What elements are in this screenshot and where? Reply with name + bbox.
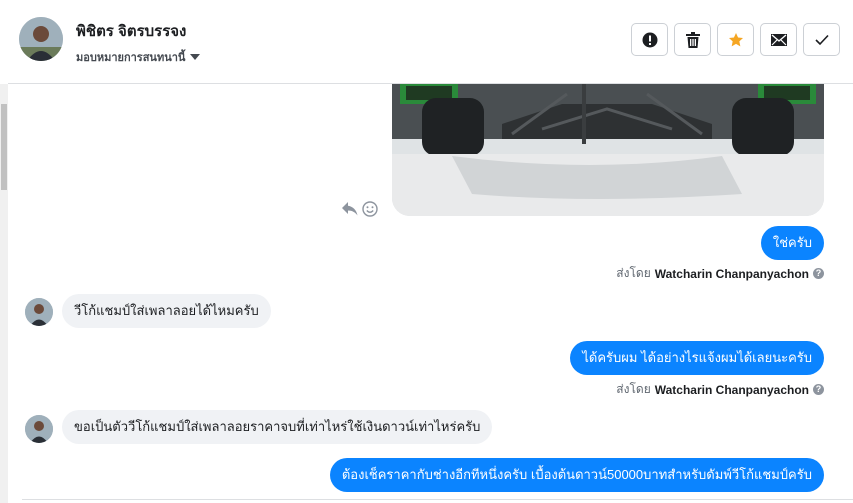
star-button[interactable]	[717, 23, 754, 56]
exclamation-icon	[642, 32, 657, 47]
incoming-message[interactable]: วีโก้แชมป์ใส่เพลาลอยได้ไหมครับ	[62, 294, 271, 328]
sent-by-meta: ส่งโดย Watcharin Chanpanyachon ?	[616, 380, 824, 399]
sent-by-prefix: ส่งโดย	[616, 266, 651, 280]
contact-avatar[interactable]	[19, 17, 63, 61]
header-actions	[631, 23, 840, 56]
help-icon[interactable]: ?	[813, 384, 824, 395]
contact-avatar-small	[25, 298, 53, 326]
sent-by-name: Watcharin Chanpanyachon	[654, 382, 809, 397]
incoming-message[interactable]: ขอเป็นตัววีโก้แชมป์ใส่เพลาลอยราคาจบที่เท…	[62, 410, 493, 444]
image-attachment[interactable]	[392, 84, 824, 216]
mark-done-button[interactable]	[803, 23, 840, 56]
emoji-reaction-icon[interactable]	[362, 201, 378, 217]
assign-conversation-dropdown[interactable]: มอบหมายการสนทนานี้	[76, 48, 201, 66]
sent-by-meta: ส่งโดย Watcharin Chanpanyachon ?	[616, 264, 824, 283]
conversation-header: พิชิตร จิตรบรรจง มอบหมายการสนทนานี้	[8, 0, 853, 84]
scrollbar-thumb[interactable]	[1, 104, 7, 190]
contact-avatar-small	[25, 415, 53, 443]
check-icon	[814, 34, 829, 45]
sent-by-name: Watcharin Chanpanyachon	[654, 266, 809, 281]
envelope-icon	[770, 33, 787, 46]
delete-button[interactable]	[674, 23, 711, 56]
outgoing-message[interactable]: ต้องเช็คราคากับช่างอีกทีหนึ่งครับ เบื้อง…	[329, 458, 824, 492]
reply-icon[interactable]	[342, 202, 358, 216]
mark-unread-button[interactable]	[760, 23, 797, 56]
spam-button[interactable]	[631, 23, 668, 56]
assign-label: มอบหมายการสนทนานี้	[76, 52, 186, 64]
star-icon	[728, 32, 743, 46]
outgoing-message[interactable]: ได้ครับผม ได้อย่างไรแจ้งผมได้เลยนะครับ	[570, 341, 824, 375]
sent-by-prefix: ส่งโดย	[616, 382, 651, 396]
contact-name[interactable]: พิชิตร จิตรบรรจง	[76, 19, 186, 43]
outgoing-message[interactable]: ใช่ครับ	[760, 226, 824, 260]
composer-divider	[22, 499, 853, 500]
trash-icon	[685, 31, 700, 48]
message-actions	[342, 201, 378, 217]
chevron-down-icon	[190, 54, 201, 60]
help-icon[interactable]: ?	[813, 268, 824, 279]
